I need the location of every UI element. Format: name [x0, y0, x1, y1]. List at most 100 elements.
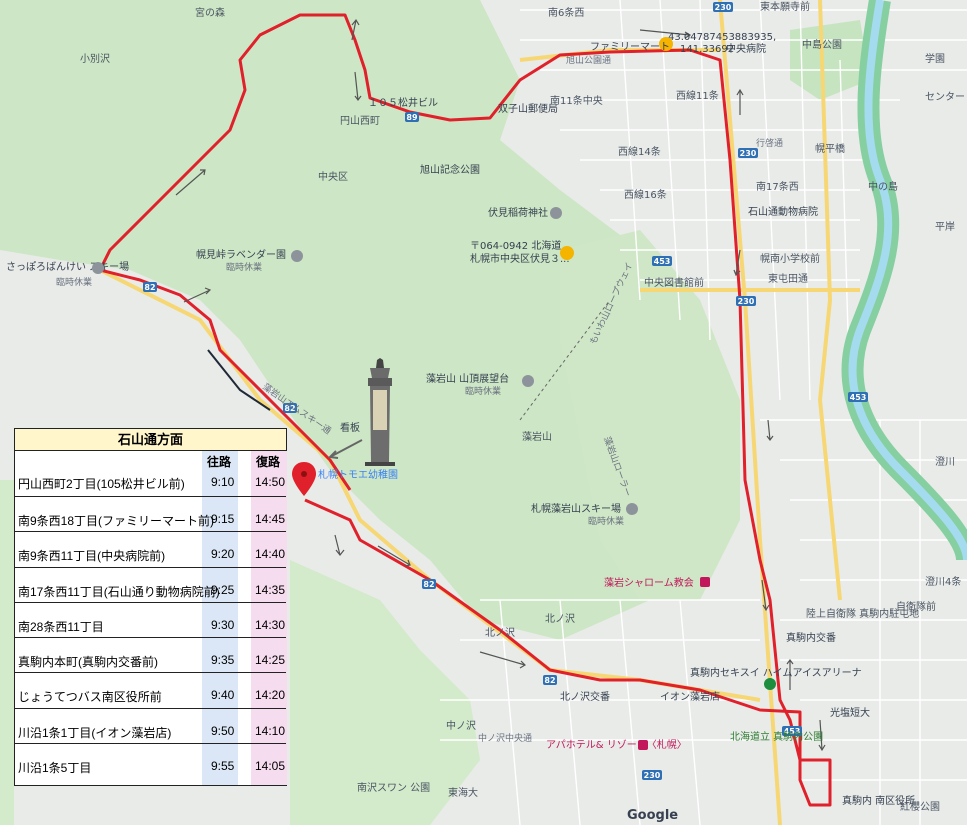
timetable-row: 南28条西11丁目 9:30 14:30 — [15, 603, 286, 639]
label-lavender-garden-sub: 臨時休業 — [226, 261, 262, 273]
label-moiwa-ski-sub: 臨時休業 — [588, 515, 624, 527]
label-chuo-ku: 中央区 — [318, 170, 348, 183]
outbound-time: 9:20 — [211, 547, 235, 562]
label-bankei-ski-sub: 臨時休業 — [56, 276, 92, 288]
timetable-row: 真駒内本町(真駒内交番前) 9:35 14:25 — [15, 638, 286, 674]
hotel-icon — [638, 740, 648, 750]
label-kita-no-sawa-koban: 北ノ沢交番 — [560, 690, 610, 703]
timetable-header: 往路 復路 — [15, 451, 286, 469]
label-lavender-garden: 幌見峠ラベンダー園 — [196, 248, 286, 261]
label-kindergarten: 札幌トモエ幼稚園 — [318, 468, 398, 481]
label-gakuin: 学園 — [925, 52, 945, 65]
label-center: センター — [925, 91, 965, 103]
ski-icon — [626, 503, 638, 515]
stop-name: 南17条西11丁目(石山通り動物病院前) — [18, 584, 220, 599]
label-ishiyama-hospital: 石山通動物病院 — [748, 205, 818, 218]
svg-text:230: 230 — [644, 771, 661, 780]
label-sumikawa: 澄川 — [935, 455, 955, 468]
return-time: 14:45 — [255, 512, 286, 526]
label-gyoshin: 行啓通 — [756, 137, 783, 149]
viewpoint-icon — [522, 375, 534, 387]
church-icon — [700, 577, 710, 587]
label-coords: 43.04787453883935, — [668, 32, 776, 43]
outbound-time: 9:55 — [211, 759, 235, 774]
svg-text:89: 89 — [406, 113, 418, 122]
label-higashi-tonden: 東屯田通 — [768, 272, 808, 285]
return-time: 14:40 — [255, 547, 286, 562]
timetable-row: 川沿1条5丁目 9:55 14:05 — [15, 744, 286, 779]
outbound-time: 9:25 — [211, 582, 235, 597]
label-w14: 西線14条 — [618, 145, 661, 158]
svg-text:230: 230 — [740, 149, 757, 158]
label-w11: 西線11条 — [676, 89, 719, 102]
return-time: 14:30 — [255, 617, 286, 632]
label-horohira-bridge: 幌平橋 — [815, 142, 845, 155]
stop-name: 南9条西11丁目(中央病院前) — [18, 549, 166, 564]
timetable-row: 円山西町2丁目(105松井ビル前) 9:10 14:50 — [15, 469, 286, 497]
label-kita-no-sawa: 北ノ沢 — [485, 626, 515, 639]
label-nakajima-park: 中島公園 — [802, 38, 842, 51]
ski-resort-icon — [92, 262, 104, 274]
timetable-row: 南9条西18丁目(ファミリーマート前) 9:15 14:45 — [15, 497, 286, 533]
label-kita-no-sawa-2: 北ノ沢 — [545, 612, 575, 625]
label-chuo-naka: 中ノ沢中央通 — [478, 732, 532, 744]
label-apa-hotel: アパホテル& リゾート〈札幌〉 — [546, 738, 687, 751]
return-label: 復路 — [256, 455, 281, 469]
return-time: 14:10 — [255, 723, 286, 738]
return-time: 14:20 — [255, 688, 286, 703]
label-address-1: 〒064-0942 北海道 — [470, 239, 561, 252]
label-church: 藻岩シャローム教会 — [604, 576, 694, 589]
stop-name: 川沿1条5丁目 — [18, 761, 92, 776]
label-s11: 南11条中央 — [550, 94, 603, 107]
label-makomanai-koban: 真駒内交番 — [786, 631, 836, 644]
stop-name: 真駒内本町(真駒内交番前) — [18, 655, 158, 670]
label-moiwayama: 藻岩山 — [522, 430, 552, 443]
label-miyanomori: 宮の森 — [195, 6, 225, 19]
outbound-label: 往路 — [207, 455, 232, 469]
label-nakanoshima: 中の島 — [868, 180, 898, 193]
shrine-icon — [550, 207, 562, 219]
return-time: 14:05 — [255, 759, 286, 774]
label-konan-school: 幌南小学校前 — [760, 252, 820, 265]
timetable: 石山通方面 往路 復路 円山西町2丁目(105松井ビル前) 9:10 14:50… — [14, 428, 287, 786]
label-sekisui-arena: 真駒内セキスイ ハイムアイスアリーナ — [690, 666, 862, 679]
label-minamisawa: 南沢スワン 公園 — [357, 781, 430, 794]
return-time: 14:50 — [255, 475, 286, 489]
svg-text:230: 230 — [738, 297, 755, 306]
outbound-time: 9:40 — [211, 688, 235, 703]
label-chuo-hospital: 中央病院 — [726, 42, 766, 55]
label-hiragishi: 平岸 — [935, 221, 955, 233]
label-asahiyama-park: 旭山記念公園 — [420, 163, 480, 176]
label-beni-sakura: 紅櫻公園 — [900, 800, 940, 813]
label-futago-post: 双子山郵便局 — [498, 102, 558, 115]
label-moiwa-summit-sub: 臨時休業 — [465, 385, 501, 397]
star-marker-icon — [560, 246, 574, 260]
label-maruyama-nishimachi: 円山西町 — [340, 115, 380, 127]
label-signboard: 看板 — [340, 421, 360, 434]
arena-icon — [764, 678, 776, 690]
label-w16: 西線16条 — [624, 188, 667, 201]
timetable-row: 南9条西11丁目(中央病院前) 9:20 14:40 — [15, 532, 286, 568]
garden-icon — [291, 250, 303, 262]
label-kobetsuzawa: 小別沢 — [80, 52, 110, 65]
label-family-mart: ファミリーマート — [590, 42, 670, 53]
return-time: 14:35 — [255, 582, 286, 597]
label-matsui-bldg: １０５松井ビル — [368, 96, 438, 109]
google-logo: Google — [627, 808, 678, 823]
label-moiwa-summit: 藻岩山 山頂展望台 — [426, 372, 509, 385]
label-s17w: 南17条西 — [756, 180, 799, 193]
outbound-time: 9:50 — [211, 723, 235, 738]
outbound-time: 9:15 — [211, 512, 235, 526]
svg-text:82: 82 — [144, 283, 155, 292]
timetable-row: 川沿1条1丁目(イオン藻岩店) 9:50 14:10 — [15, 709, 286, 745]
timetable-rows: 円山西町2丁目(105松井ビル前) 9:10 14:50 南9条西18丁目(ファ… — [15, 469, 286, 779]
timetable-row: 南17条西11丁目(石山通り動物病院前) 9:25 14:35 — [15, 568, 286, 603]
timetable-title: 石山通方面 — [15, 429, 286, 451]
timetable-row: じょうてつバス南区役所前 9:40 14:20 — [15, 673, 286, 709]
label-fushimi-inari: 伏見稲荷神社 — [488, 206, 548, 219]
stop-name: 南28条西11丁目 — [18, 619, 104, 634]
outbound-time: 9:35 — [211, 653, 235, 668]
label-koen-tanki: 光塩短大 — [830, 706, 870, 719]
svg-text:82: 82 — [544, 676, 555, 685]
label-rikujo-jieitai: 陸上自衛隊 真駒内駐屯地 — [806, 607, 919, 620]
